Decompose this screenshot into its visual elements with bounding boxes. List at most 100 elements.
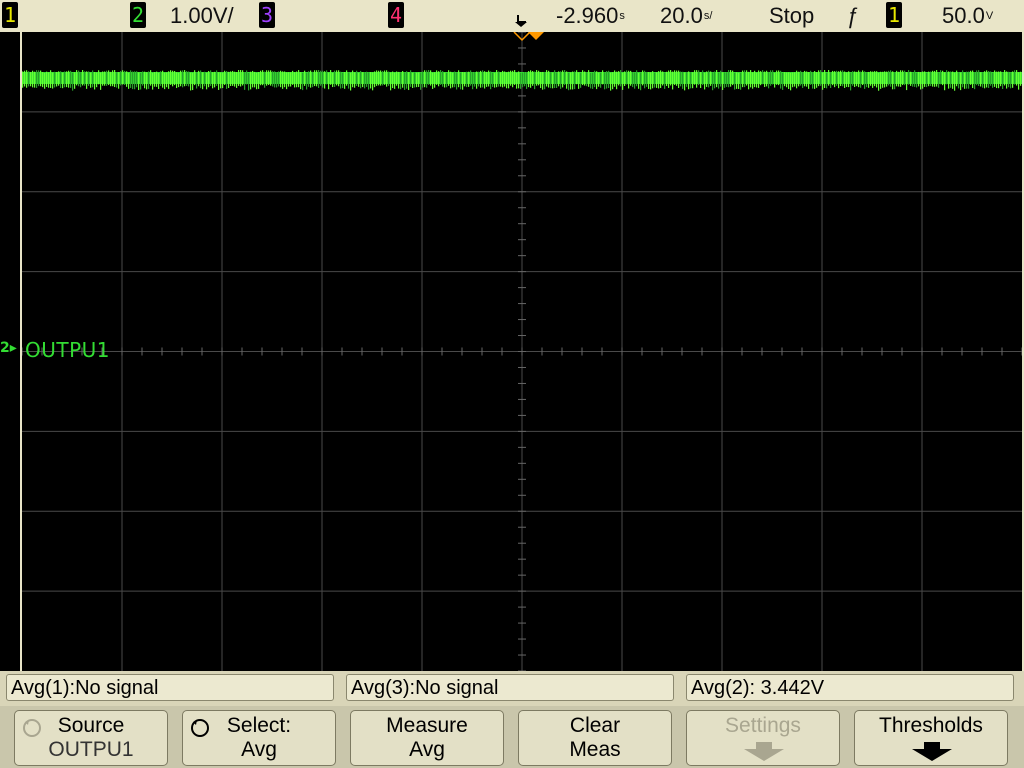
ch2-trace-sample [1020,71,1022,86]
ch2-trace-sample [644,70,646,89]
trigger-level: 50.0V [942,3,994,28]
ch2-trace-sample [502,70,504,88]
thresholds-softkey[interactable]: Thresholds [854,710,1008,766]
ch2-indicator[interactable]: 2 [130,2,146,28]
source-softkey-value: OUTPU1 [48,738,134,761]
ch2-trace-sample [62,72,64,89]
ch2-trace-sample [102,71,104,86]
ch2-trace-sample [672,71,674,90]
ch2-trace-sample [230,71,232,87]
ch2-trace-sample [200,70,202,89]
ch2-trace-sample [296,71,298,88]
ch2-trace-sample [324,71,326,89]
ch2-trace-sample [832,70,834,86]
ch1-indicator[interactable]: 1 [2,2,18,28]
ch2-trace-sample [154,72,156,87]
ch2-trace-sample [524,72,526,87]
ch2-trace-sample [956,70,958,87]
ch2-trace-sample [68,70,70,88]
ch2-trace-sample [850,72,852,91]
ch2-trace-sample [938,72,940,88]
ch2-trace-sample [316,70,318,87]
ch2-trace-sample [400,72,402,90]
ch2-scale: 1.00V/ [170,3,234,28]
ch2-trace-sample [498,71,500,87]
ch2-trace-sample [224,70,226,85]
measure-avg-softkey[interactable]: Measure Avg [350,710,504,766]
ch2-trace-sample [724,72,726,88]
ch4-indicator[interactable]: 4 [388,2,404,28]
ch2-trace-sample [358,72,360,87]
clear-meas-softkey[interactable]: Clear Meas [518,710,672,766]
ch2-trace-sample [386,70,388,87]
ch2-trace-sample [652,71,654,89]
ch2-trace-sample [1006,71,1008,89]
ch2-trace-sample [484,71,486,89]
ch2-trace-sample [408,72,410,91]
measurement-avg-ch3: Avg(3):No signal [346,674,674,701]
ch2-trace-sample [334,70,336,87]
waveform-display[interactable] [22,32,1022,671]
ch2-trace-sample [958,72,960,89]
ch2-trace-sample [694,70,696,85]
ch2-trace-sample [1000,71,1002,87]
ch2-trace-sample [268,70,270,86]
ch2-ground-marker-icon[interactable]: 2▸ [0,340,17,356]
ch2-trace-sample [528,71,530,88]
ch3-indicator[interactable]: 3 [259,2,275,28]
ch2-trace-sample [902,70,904,86]
ch2-trace-sample [422,71,424,88]
ch2-trace-sample [388,71,390,86]
settings-softkey[interactable]: Settings [686,710,840,766]
ch2-trace-sample [990,71,992,86]
measurement-avg-ch1: Avg(1):No signal [6,674,334,701]
ch2-trace-sample [534,71,536,90]
ch2-trace-sample [444,72,446,88]
ch2-trace-sample [864,71,866,89]
ch2-trace-sample [736,72,738,89]
ch2-trace-sample [802,72,804,88]
softkey-bar: Source OUTPU1 Select: Avg Measure Avg Cl… [0,706,1024,768]
ch2-trace-sample [638,72,640,89]
ch2-trace-sample [766,70,768,87]
ch2-trace-sample [716,70,718,88]
ch2-trace-sample [460,72,462,90]
source-softkey[interactable]: Source OUTPU1 [14,710,168,766]
ch2-trace-sample [36,70,38,88]
ch2-trace-sample [664,72,666,89]
ch2-trace-sample [962,70,964,88]
ch2-trace-sample [48,72,50,88]
ch2-trace-sample [110,71,112,87]
ch2-trace-sample [258,72,260,89]
ch2-trace-sample [982,72,984,88]
select-softkey[interactable]: Select: Avg [182,710,336,766]
ch2-trace-sample [816,72,818,88]
ch2-trace-sample [968,71,970,89]
ch2-trace-sample [916,72,918,88]
ch2-trace-sample [928,71,930,87]
ch2-trace-sample [146,72,148,90]
ch2-trace-sample [442,71,444,87]
ch2-trace-sample [458,70,460,88]
ch2-trace-sample [440,70,442,85]
ch2-trace-sample [684,72,686,91]
ch2-trace-sample [898,71,900,87]
graticule [22,32,1022,671]
ch2-trace-sample [594,70,596,88]
ch2-trace-sample [950,71,952,88]
ch2-trace-sample [750,70,752,88]
ch2-trace-sample [988,71,990,88]
ch2-trace-sample [226,71,228,89]
ch2-trace-sample [50,70,52,88]
clear-softkey-label: Clear [569,714,621,737]
ch2-trace-sample [996,71,998,89]
ch2-trace-sample [92,70,94,88]
ch2-trace-sample [810,70,812,85]
ch2-trace-sample [918,71,920,87]
trigger-source-indicator: 1 [886,2,902,28]
ch2-trace-sample [46,71,48,87]
clear-softkey-label-2: Meas [569,738,621,761]
ch2-trace-sample [1016,70,1018,86]
ch2-trace-sample [138,72,140,91]
ch2-trace-sample [854,71,856,88]
